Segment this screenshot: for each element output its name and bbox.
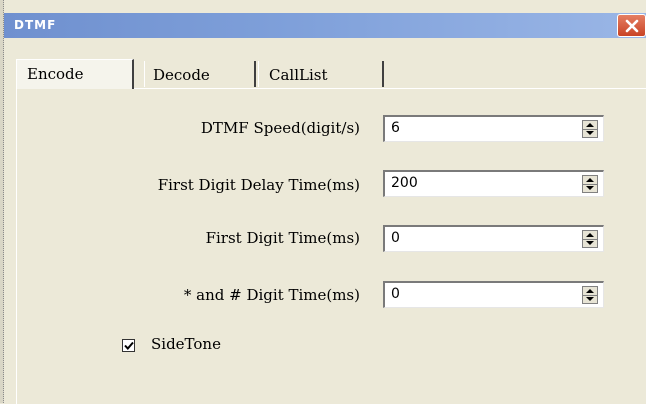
- title-bar: DTMF: [4, 13, 646, 38]
- spin-up-button[interactable]: [583, 176, 597, 185]
- spin-down-button[interactable]: [583, 185, 597, 193]
- spin-up-button[interactable]: [583, 231, 597, 240]
- spin-up-button[interactable]: [583, 287, 597, 296]
- dtmf-speed-spin-buttons: [582, 120, 598, 138]
- arrow-down-icon: [586, 131, 594, 136]
- first-digit-delay-spinner[interactable]: 200: [383, 170, 604, 197]
- spin-up-button[interactable]: [583, 121, 597, 130]
- star-hash-digit-time-label: * and # Digit Time(ms): [183, 286, 360, 304]
- arrow-up-icon: [586, 177, 594, 182]
- spin-down-button[interactable]: [583, 130, 597, 138]
- arrow-up-icon: [586, 232, 594, 237]
- first-digit-delay-label: First Digit Delay Time(ms): [157, 176, 360, 194]
- first-digit-time-value[interactable]: 0: [391, 230, 400, 246]
- checkmark-icon: [123, 341, 134, 350]
- first-digit-delay-spin-buttons: [582, 175, 598, 193]
- tab-encode[interactable]: Encode: [16, 59, 134, 89]
- arrow-down-icon: [586, 186, 594, 191]
- close-icon: [625, 19, 638, 32]
- dtmf-speed-value[interactable]: 6: [391, 120, 400, 136]
- dtmf-speed-label: DTMF Speed(digit/s): [200, 119, 360, 137]
- first-digit-delay-value[interactable]: 200: [391, 175, 418, 191]
- star-hash-digit-time-spinner[interactable]: 0: [383, 281, 604, 308]
- arrow-up-icon: [586, 122, 594, 127]
- spin-down-button[interactable]: [583, 296, 597, 304]
- spin-down-button[interactable]: [583, 240, 597, 248]
- tab-calllist[interactable]: CallList: [258, 61, 384, 87]
- first-digit-time-spinner[interactable]: 0: [383, 225, 604, 252]
- star-hash-digit-time-value[interactable]: 0: [391, 286, 400, 302]
- tab-decode[interactable]: Decode: [144, 61, 256, 87]
- star-hash-digit-time-spin-buttons: [582, 286, 598, 304]
- arrow-up-icon: [586, 288, 594, 293]
- arrow-down-icon: [586, 297, 594, 302]
- close-button[interactable]: [617, 14, 646, 37]
- first-digit-time-label: First Digit Time(ms): [205, 229, 360, 247]
- sidetone-checkbox[interactable]: [122, 339, 135, 352]
- sidetone-label[interactable]: SideTone: [151, 335, 221, 353]
- dtmf-speed-spinner[interactable]: 6: [383, 115, 604, 142]
- dialog-body: Decode CallList Encode: [4, 38, 646, 404]
- arrow-down-icon: [586, 241, 594, 246]
- first-digit-time-spin-buttons: [582, 230, 598, 248]
- window-title: DTMF: [14, 18, 57, 32]
